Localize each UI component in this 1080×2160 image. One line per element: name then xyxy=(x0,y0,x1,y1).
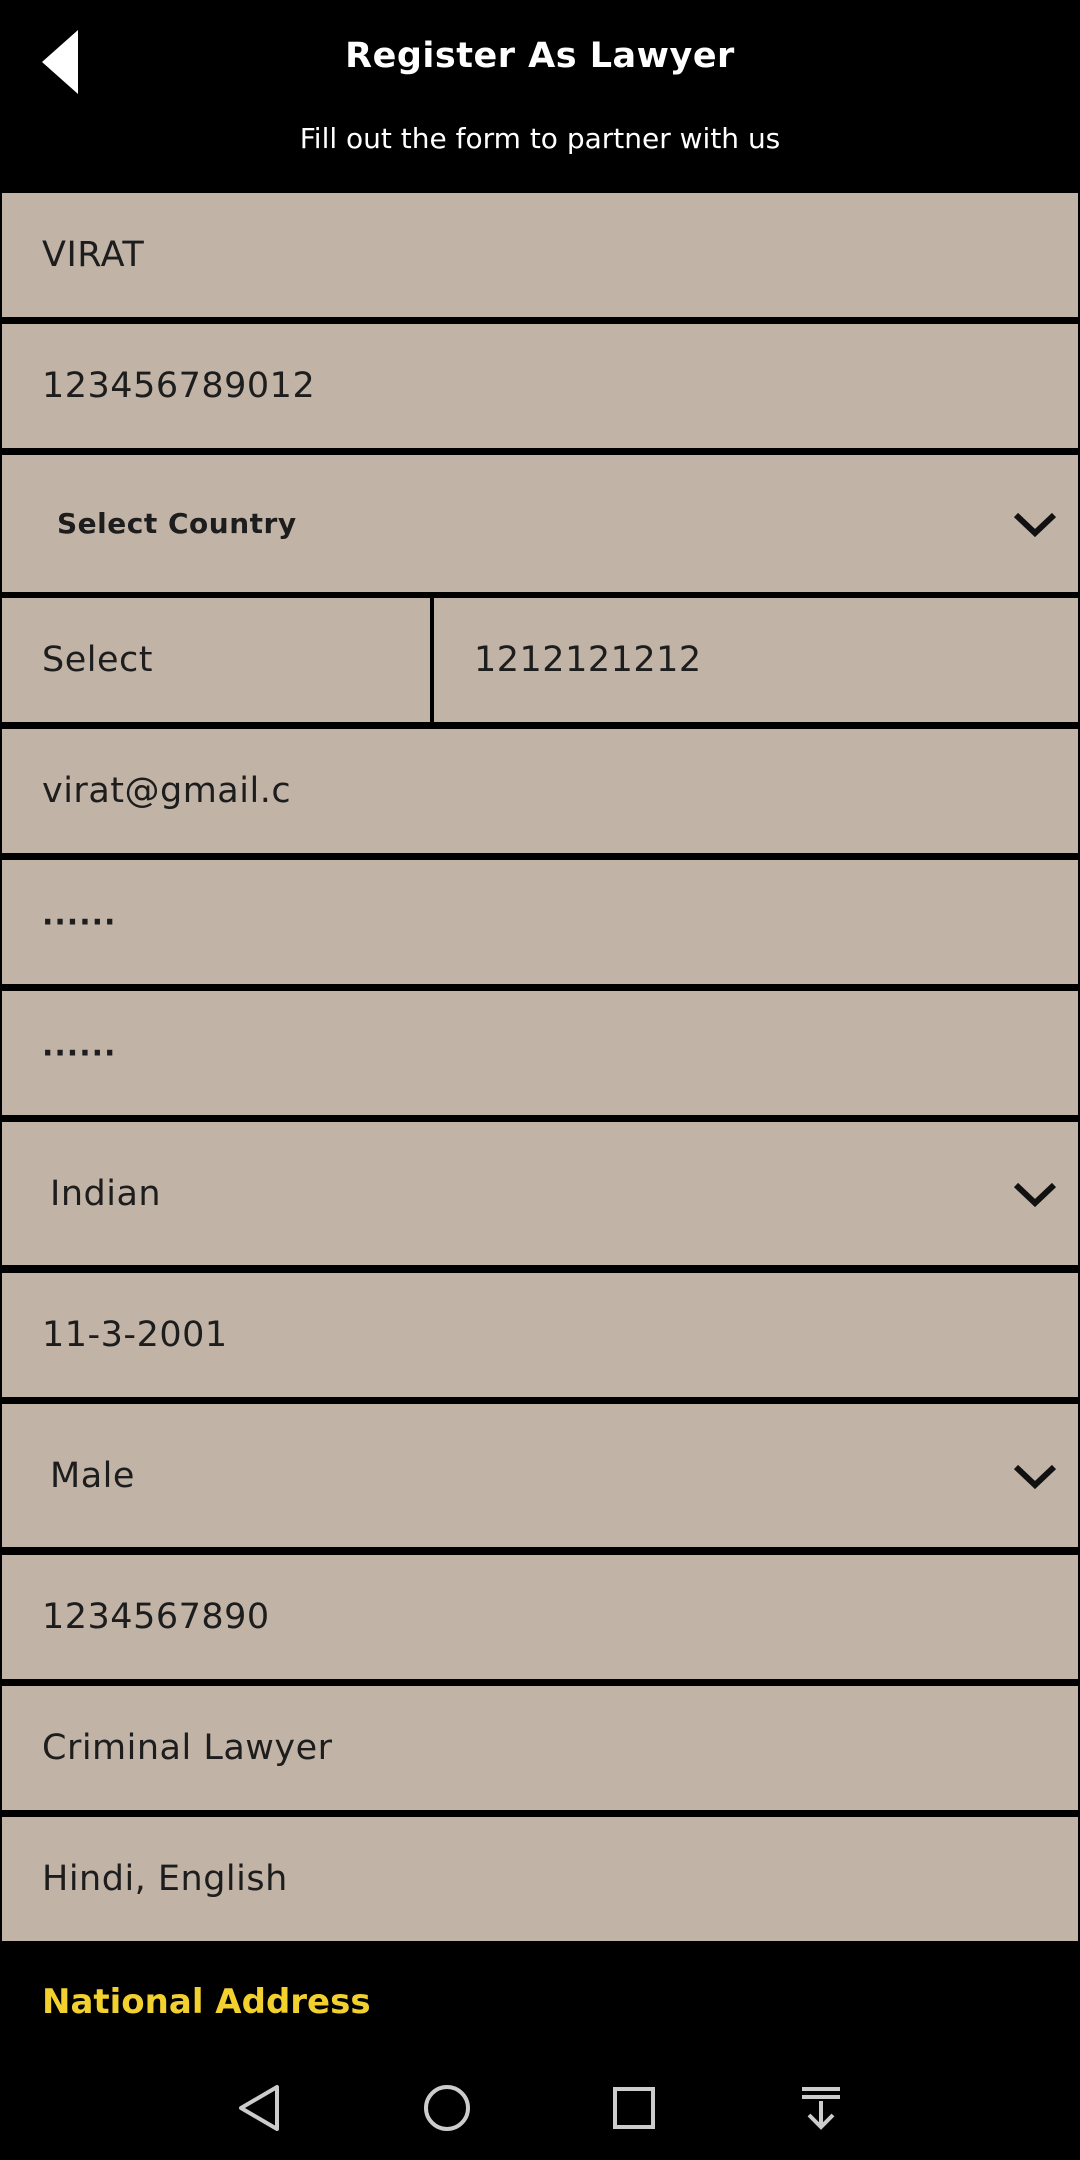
name-field[interactable]: VIRAT xyxy=(2,193,1078,317)
languages-value: Hindi, English xyxy=(42,1859,288,1899)
confirm-password-value: ······ xyxy=(42,1035,117,1071)
dob-value: 11-3-2001 xyxy=(42,1315,228,1355)
country-code-value: Select xyxy=(42,640,153,680)
license-number-value: 1234567890 xyxy=(42,1597,270,1637)
nationality-value: Indian xyxy=(50,1173,162,1214)
back-triangle-icon[interactable] xyxy=(233,2081,287,2135)
nationality-select[interactable]: Indian xyxy=(2,1122,1078,1265)
country-select[interactable]: Select Country xyxy=(2,455,1078,592)
confirm-password-field[interactable]: ······ xyxy=(2,991,1078,1115)
email-value: virat@gmail.c xyxy=(42,771,292,811)
chevron-down-icon xyxy=(1013,1182,1057,1207)
name-value: VIRAT xyxy=(42,235,145,275)
page-title: Register As Lawyer xyxy=(345,36,735,76)
phone-field[interactable]: 1212121212 xyxy=(434,598,1078,722)
recents-square-icon[interactable] xyxy=(607,2081,661,2135)
chevron-down-icon xyxy=(1013,512,1057,537)
languages-field[interactable]: Hindi, English xyxy=(2,1817,1078,1941)
phone-value: 1212121212 xyxy=(474,640,702,680)
gender-value: Male xyxy=(50,1455,135,1496)
license-number-field[interactable]: 1234567890 xyxy=(2,1555,1078,1679)
password-field[interactable]: ······ xyxy=(2,860,1078,984)
gender-select[interactable]: Male xyxy=(2,1404,1078,1547)
id-number-field[interactable]: 123456789012 xyxy=(2,324,1078,448)
app-header: Register As Lawyer Fill out the form to … xyxy=(0,0,1080,190)
specialization-value: Criminal Lawyer xyxy=(42,1728,333,1768)
country-select-label: Select Country xyxy=(57,507,297,540)
page-subtitle: Fill out the form to partner with us xyxy=(299,122,781,155)
system-nav-bar xyxy=(0,2055,1080,2160)
notifications-pull-icon[interactable] xyxy=(794,2081,848,2135)
chevron-down-icon xyxy=(1013,1464,1057,1489)
national-address-heading: National Address xyxy=(42,1982,371,2022)
password-value: ······ xyxy=(42,904,117,940)
dob-field[interactable]: 11-3-2001 xyxy=(2,1273,1078,1397)
country-code-select[interactable]: Select xyxy=(2,598,430,722)
home-circle-icon[interactable] xyxy=(420,2081,474,2135)
specialization-field[interactable]: Criminal Lawyer xyxy=(2,1686,1078,1810)
id-number-value: 123456789012 xyxy=(42,366,316,406)
email-field[interactable]: virat@gmail.c xyxy=(2,729,1078,853)
